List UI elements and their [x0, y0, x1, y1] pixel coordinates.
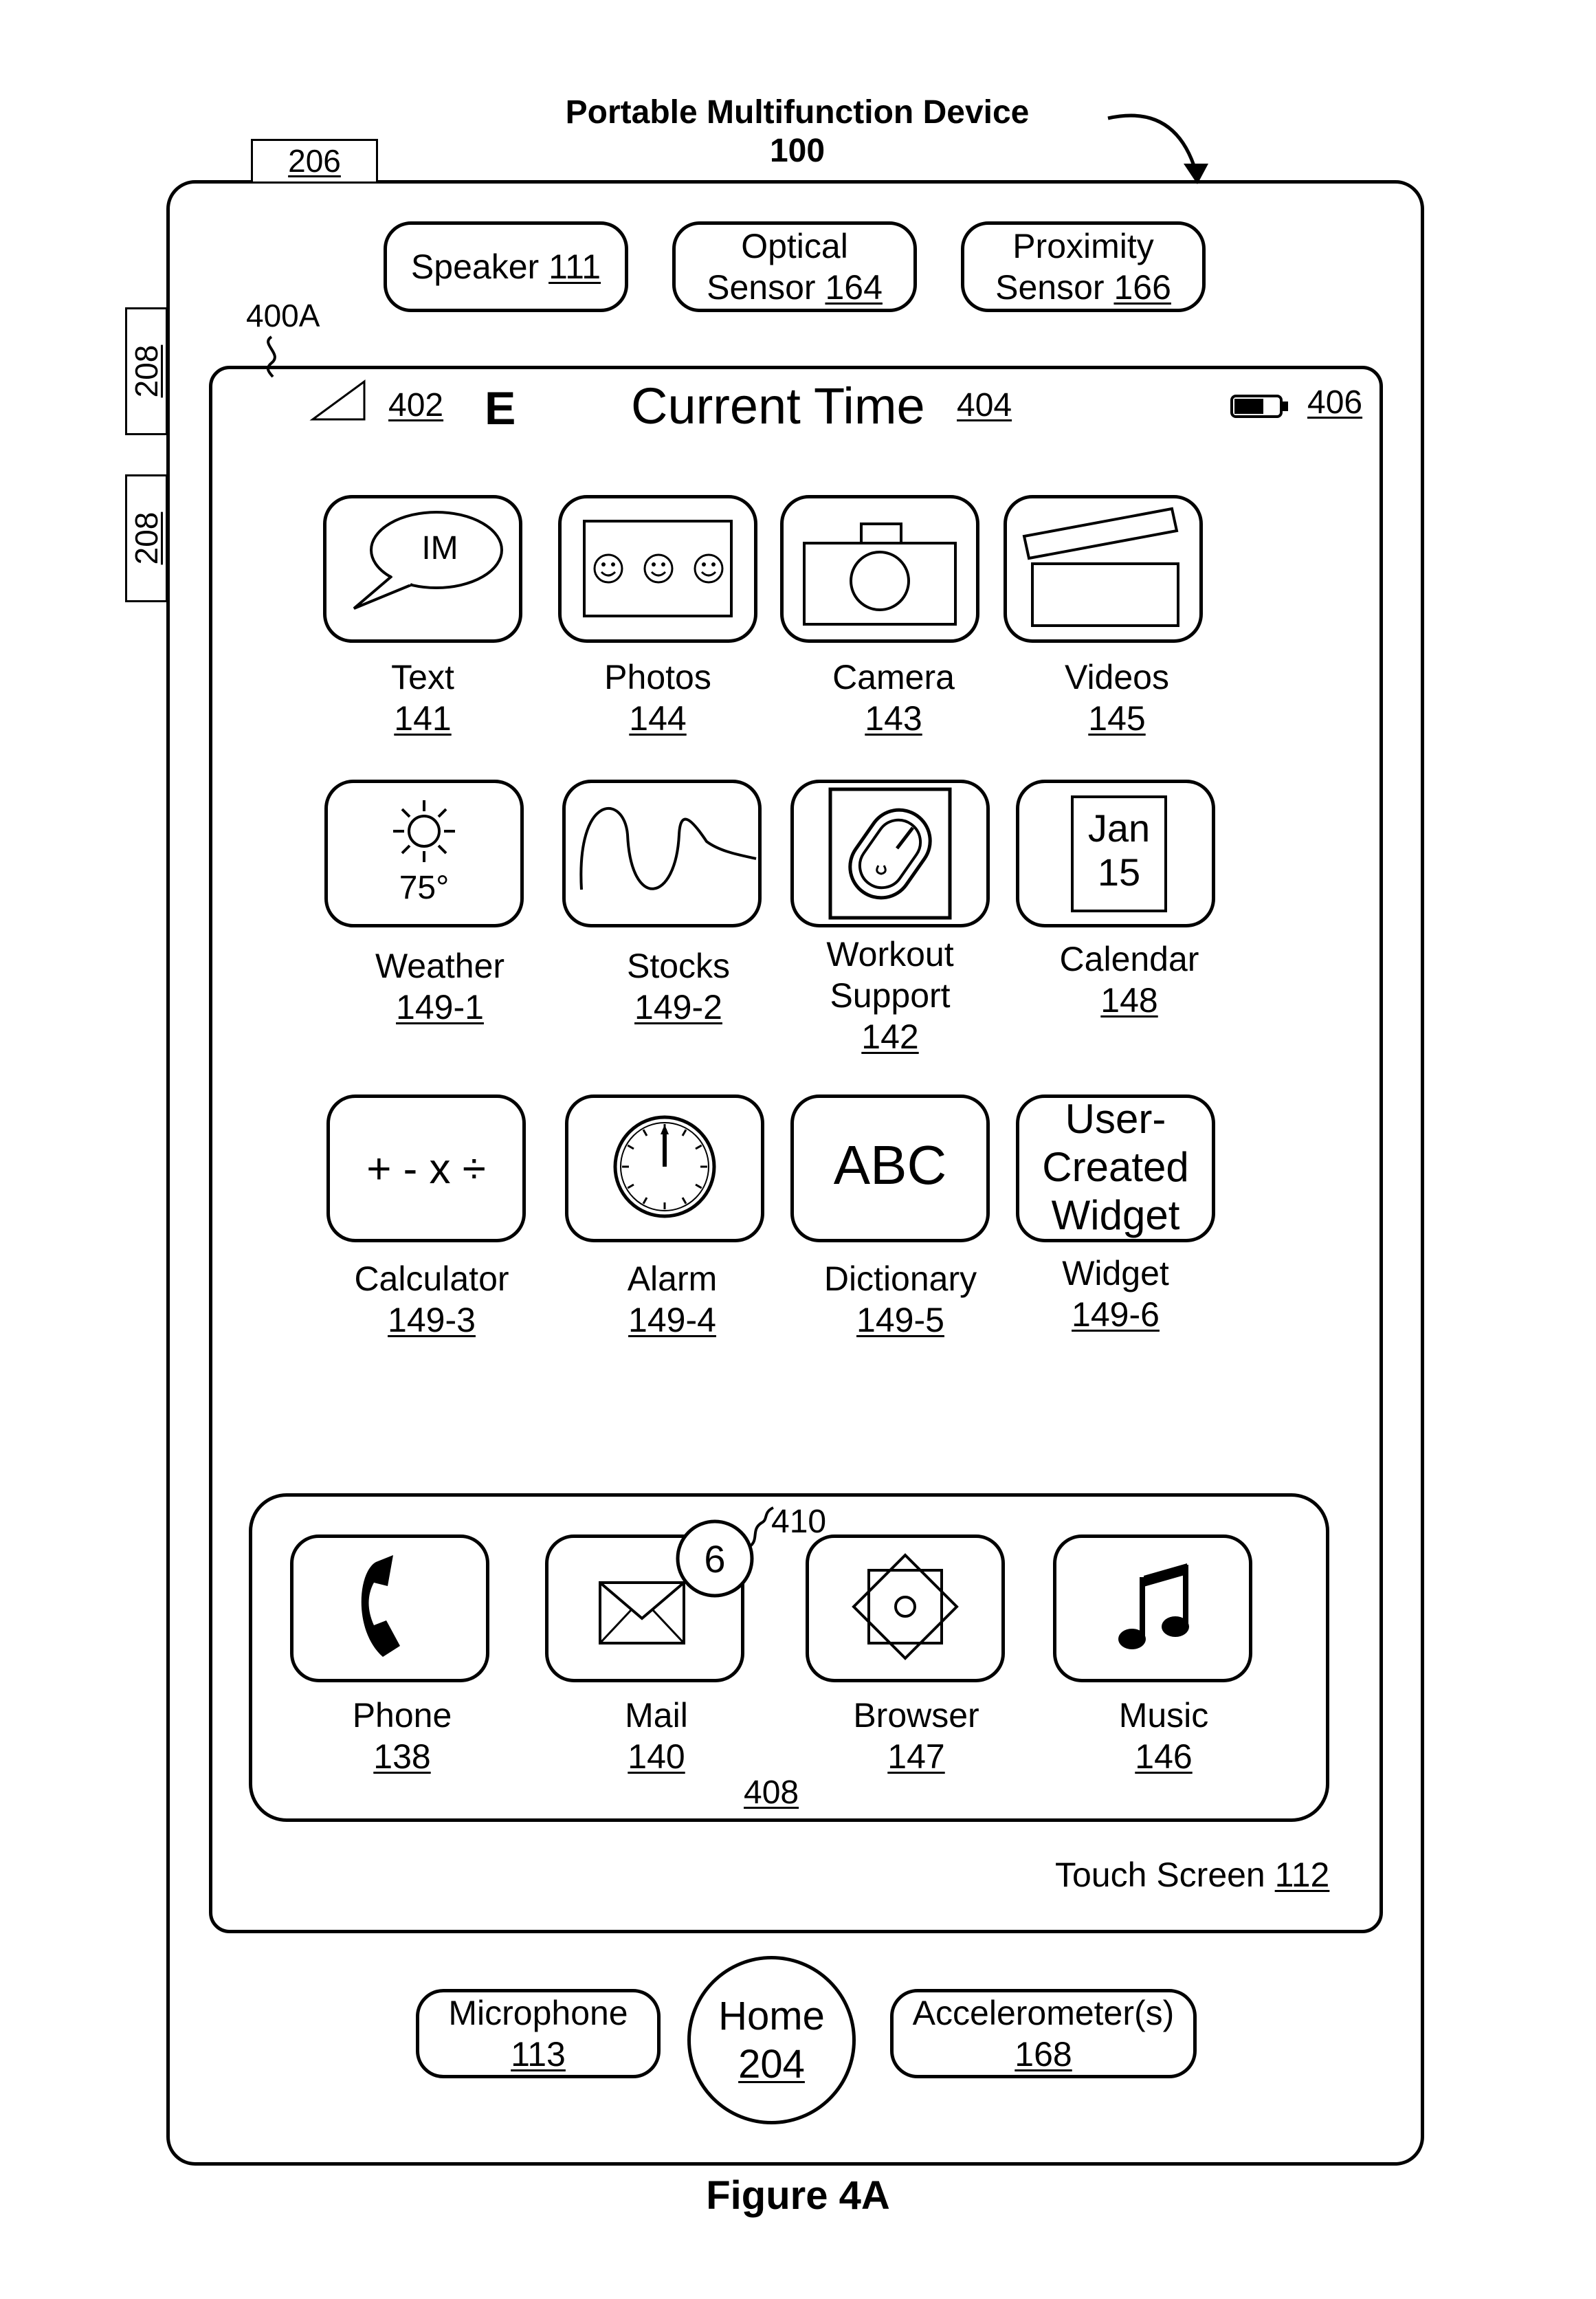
mail-app-name: Mail — [519, 1695, 794, 1736]
microphone-ref: 113 — [511, 2034, 566, 2075]
dock-ref: 408 — [744, 1774, 799, 1812]
microphone-label: Microphone — [448, 1992, 628, 2034]
touch-screen-text: Touch Screen — [1055, 1856, 1265, 1894]
music-note-icon — [1053, 1534, 1252, 1682]
compass-icon — [806, 1534, 1005, 1682]
accelerometer-box: Accelerometer(s) 168 — [890, 1989, 1197, 2078]
mail-app-label: Mail 140 — [519, 1695, 794, 1777]
browser-app-ref: 147 — [779, 1736, 1054, 1777]
figure-caption: Figure 4A — [592, 2172, 1004, 2219]
touch-screen-ref: 112 — [1275, 1856, 1330, 1894]
mail-app-ref: 140 — [519, 1736, 794, 1777]
badge-squiggle-icon — [0, 0, 1596, 2299]
microphone-box: Microphone 113 — [416, 1989, 661, 2078]
home-button-label: Home — [718, 1992, 825, 2040]
home-button[interactable]: Home 204 — [687, 1956, 856, 2124]
music-app-name: Music — [1026, 1695, 1301, 1736]
music-app-ref: 146 — [1026, 1736, 1301, 1777]
accelerometer-label: Accelerometer(s) — [913, 1992, 1175, 2034]
home-button-ref: 204 — [738, 2040, 805, 2089]
music-app-label: Music 146 — [1026, 1695, 1301, 1777]
music-app-icon[interactable] — [1053, 1534, 1252, 1682]
browser-app-icon[interactable] — [806, 1534, 1005, 1682]
touch-screen-label: Touch Screen 112 — [1055, 1855, 1329, 1895]
browser-app-label: Browser 147 — [779, 1695, 1054, 1777]
browser-app-name: Browser — [779, 1695, 1054, 1736]
accelerometer-ref: 168 — [1015, 2034, 1072, 2075]
